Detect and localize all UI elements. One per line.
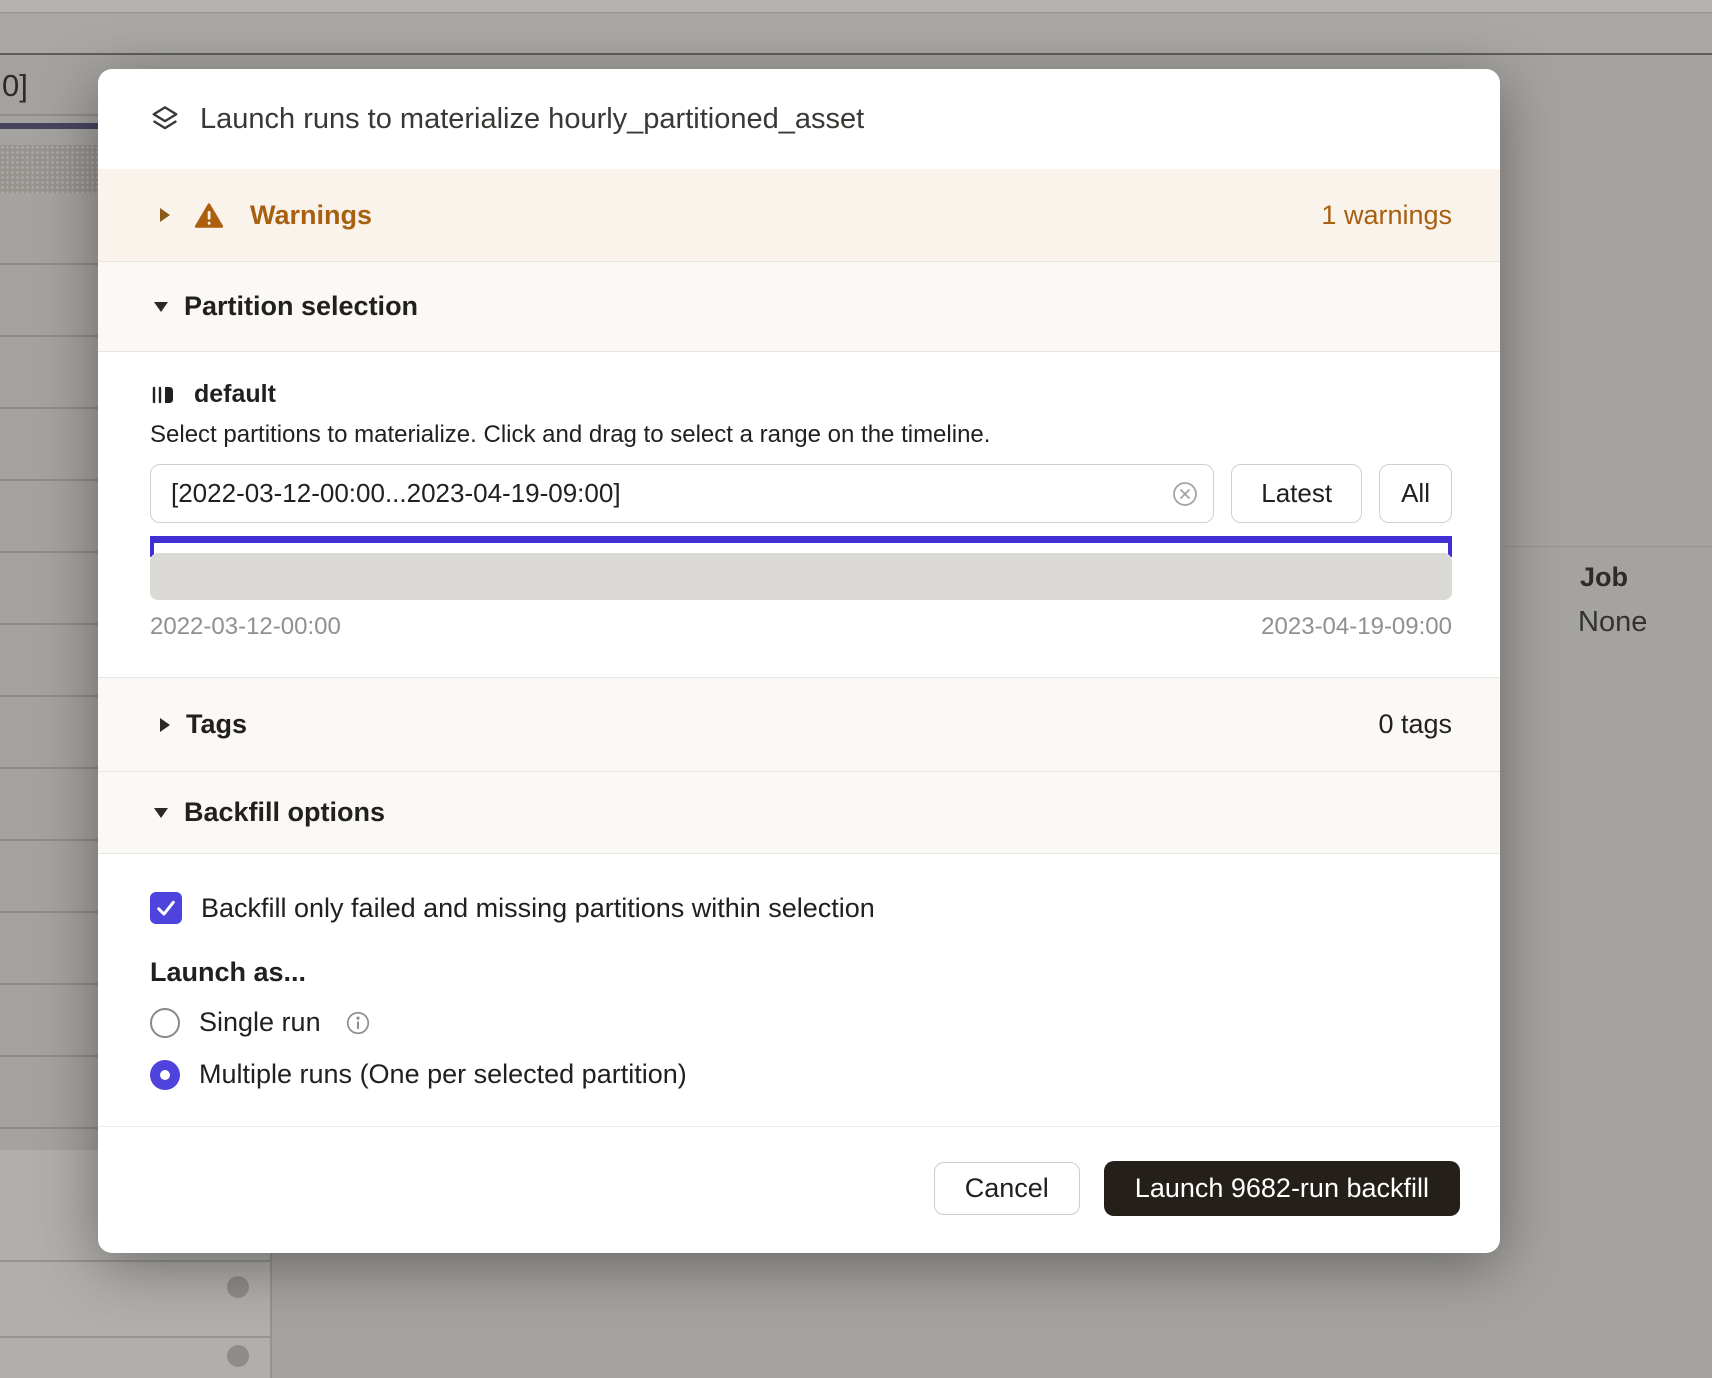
single-run-option: Single run (150, 1007, 1452, 1038)
partition-selection-header[interactable]: Partition selection (98, 262, 1500, 352)
partition-dimension-row: default (150, 380, 1452, 409)
dialog-footer: Cancel Launch 9682-run backfill (98, 1126, 1500, 1253)
timeline-date-labels: 2022-03-12-00:00 2023-04-19-09:00 (150, 613, 1452, 641)
warning-triangle-icon (194, 202, 224, 229)
partition-range-field (150, 464, 1214, 523)
multiple-runs-radio[interactable] (150, 1060, 180, 1090)
partition-icon (150, 382, 176, 408)
partition-helper-text: Select partitions to materialize. Click … (150, 421, 1452, 449)
background-status-dot (227, 1276, 249, 1298)
partition-dimension-name: default (194, 380, 276, 409)
warnings-section-header[interactable]: Warnings 1 warnings (98, 169, 1500, 262)
checkmark-icon (153, 895, 179, 921)
all-button[interactable]: All (1379, 464, 1452, 523)
partition-selection-label: Partition selection (184, 291, 418, 322)
job-column-header: Job (1580, 562, 1628, 593)
background-truncated-text: 0] (2, 68, 28, 104)
partition-selection-body: default Select partitions to materialize… (98, 352, 1500, 677)
background-top-strip (0, 0, 1712, 13)
asset-layers-icon (150, 103, 180, 135)
warnings-count: 1 warnings (1321, 200, 1452, 231)
background-row-divider (0, 1260, 270, 1262)
single-run-label: Single run (199, 1007, 321, 1038)
background-selected-row (0, 145, 98, 193)
background-status-dot (227, 1345, 249, 1367)
cancel-button[interactable]: Cancel (934, 1162, 1080, 1215)
partition-timeline[interactable] (150, 553, 1452, 600)
chevron-down-icon (154, 302, 168, 312)
tags-label: Tags (186, 709, 247, 740)
launch-backfill-dialog: Launch runs to materialize hourly_partit… (98, 69, 1500, 1253)
partition-controls: Latest All (150, 464, 1452, 523)
backfill-options-body: Backfill only failed and missing partiti… (98, 854, 1500, 1126)
timeline-end-date: 2023-04-19-09:00 (1261, 613, 1452, 641)
circle-x-icon (1170, 479, 1200, 509)
dialog-title: Launch runs to materialize hourly_partit… (200, 103, 864, 136)
failed-missing-checkbox[interactable] (150, 892, 182, 924)
backfill-options-label: Backfill options (184, 797, 385, 828)
tags-count: 0 tags (1378, 709, 1452, 740)
failed-missing-checkbox-row: Backfill only failed and missing partiti… (150, 892, 1452, 924)
failed-missing-checkbox-label: Backfill only failed and missing partiti… (201, 893, 875, 924)
background-row-divider (0, 1336, 270, 1338)
info-icon[interactable] (344, 1009, 372, 1037)
chevron-down-icon (154, 808, 168, 818)
multiple-runs-label: Multiple runs (One per selected partitio… (199, 1059, 687, 1090)
clear-selection-button[interactable] (1170, 479, 1200, 509)
job-column-value: None (1578, 606, 1647, 639)
tags-section-header[interactable]: Tags 0 tags (98, 677, 1500, 772)
chevron-right-icon (160, 208, 170, 222)
partition-range-input[interactable] (150, 464, 1214, 523)
dialog-header: Launch runs to materialize hourly_partit… (98, 69, 1500, 169)
backfill-options-header[interactable]: Backfill options (98, 772, 1500, 854)
background-divider (0, 114, 98, 116)
background-table-rows (0, 193, 98, 1153)
launch-backfill-button[interactable]: Launch 9682-run backfill (1104, 1161, 1460, 1216)
warnings-label: Warnings (250, 200, 372, 231)
latest-button[interactable]: Latest (1231, 464, 1362, 523)
background-toolbar-band (0, 14, 1712, 55)
launch-as-label: Launch as... (150, 957, 1452, 988)
timeline-start-date: 2022-03-12-00:00 (150, 613, 341, 641)
chevron-right-icon (160, 718, 170, 732)
background-accent-divider (0, 123, 98, 129)
single-run-radio[interactable] (150, 1008, 180, 1038)
background-row-divider (1502, 546, 1712, 547)
multiple-runs-option: Multiple runs (One per selected partitio… (150, 1059, 1452, 1090)
